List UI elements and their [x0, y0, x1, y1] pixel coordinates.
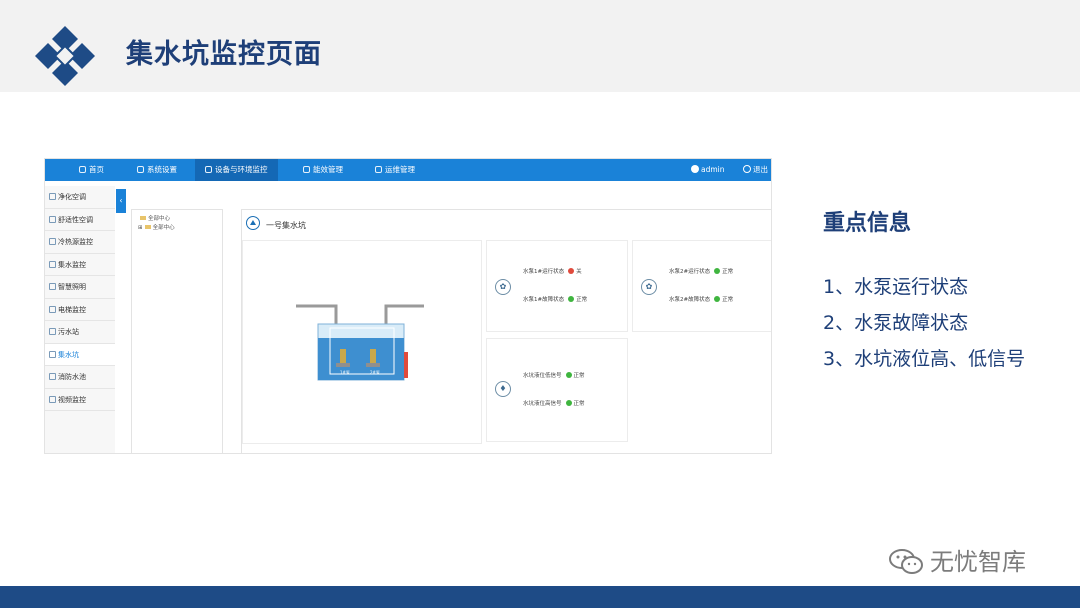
- sewage-icon: [49, 328, 56, 335]
- pump2-run-status: 水泵2#运行状态 正常: [669, 268, 734, 275]
- sidebar-item-fire-pool[interactable]: 消防水池: [45, 366, 115, 389]
- wechat-icon: [889, 549, 923, 574]
- slide-header: 集水坑监控页面: [0, 0, 1080, 92]
- tree-node[interactable]: ⊞ 全部中心: [138, 223, 222, 231]
- folder-icon: [144, 225, 151, 229]
- org-tree: 全部中心 ⊞ 全部中心: [131, 209, 223, 453]
- key-point: 1、水泵运行状态: [823, 276, 969, 298]
- status-dot-green: [714, 268, 721, 274]
- sidebar: 净化空调 舒适性空调 冷热源监控 集水监控 智慧照明 电梯监控 污水站 集水坑 …: [45, 186, 115, 453]
- sidebar-item-sewage[interactable]: 污水站: [45, 321, 115, 344]
- chevron-left-icon: ‹: [119, 196, 123, 205]
- energy-icon: [303, 166, 310, 173]
- pit-panel: 一号集水坑 1#泵 2#泵 ✿ 水泵1#运行状态关 水泵1#故障状态 正常 ✿ 水: [241, 209, 771, 453]
- pump-label-1: 1#泵: [340, 370, 350, 375]
- user-menu[interactable]: admin: [691, 159, 725, 181]
- level-card: ♦ 水坑液位低信号 正常 水坑液位高信号 正常: [486, 338, 628, 442]
- nav-energy[interactable]: 能效管理: [303, 159, 343, 181]
- clean-ac-icon: [49, 193, 56, 200]
- wrench-icon: [375, 166, 382, 173]
- sidebar-item-lighting[interactable]: 智慧照明: [45, 276, 115, 299]
- sidebar-collapse-button[interactable]: ‹: [116, 189, 126, 213]
- status-dot-green: [568, 296, 575, 302]
- app-screenshot: 首页 系统设置 设备与环境监控 能效管理 运维管理 admin 退出 净化空调 …: [44, 158, 772, 454]
- top-navbar: 首页 系统设置 设备与环境监控 能效管理 运维管理 admin 退出: [45, 159, 771, 181]
- pit-title: 一号集水坑: [266, 221, 306, 230]
- status-dot-red: [568, 268, 575, 274]
- sump-pit-icon: [49, 350, 56, 358]
- sidebar-item-comfort-ac[interactable]: 舒适性空调: [45, 209, 115, 231]
- pump2-fault-status: 水泵2#故障状态 正常: [669, 296, 734, 303]
- key-point: 3、水坑液位高、低信号: [823, 348, 1026, 370]
- level-high-status: 水坑液位高信号 正常: [523, 400, 585, 407]
- footer-bar: [0, 586, 1080, 608]
- fire-pool-icon: [49, 373, 56, 380]
- sidebar-item-elevator[interactable]: 电梯监控: [45, 299, 115, 321]
- pump1-fault-status: 水泵1#故障状态 正常: [523, 296, 588, 303]
- sidebar-item-water-monitor[interactable]: 集水监控: [45, 254, 115, 276]
- nav-system-settings[interactable]: 系统设置: [137, 159, 177, 181]
- sidebar-item-video[interactable]: 视频监控: [45, 389, 115, 411]
- camera-icon: [49, 395, 56, 403]
- monitor-icon: [205, 166, 212, 173]
- heat-source-icon: [49, 238, 56, 245]
- diamond-logo-icon: [35, 26, 95, 86]
- pump-label-2: 2#泵: [370, 370, 380, 375]
- user-icon: [691, 165, 699, 173]
- pump1-card: ✿ 水泵1#运行状态关 水泵1#故障状态 正常: [486, 240, 628, 332]
- level-low-status: 水坑液位低信号 正常: [523, 372, 585, 379]
- key-point: 2、水泵故障状态: [823, 312, 969, 334]
- tree-node[interactable]: 全部中心: [138, 214, 222, 222]
- status-dot-green: [565, 400, 572, 406]
- fan-icon: ✿: [641, 279, 657, 295]
- logout-button[interactable]: 退出: [743, 159, 768, 181]
- watermark: 无忧智库: [888, 542, 1026, 578]
- comfort-ac-icon: [49, 215, 56, 223]
- pit-icon: [246, 216, 260, 230]
- nav-maintenance[interactable]: 运维管理: [375, 159, 415, 181]
- pump1-run-status: 水泵1#运行状态关: [523, 268, 582, 275]
- sidebar-item-sump-pit[interactable]: 集水坑: [45, 343, 115, 366]
- sidebar-item-heat-source[interactable]: 冷热源监控: [45, 231, 115, 254]
- status-dot-green: [714, 296, 721, 302]
- fan-icon: ✿: [495, 279, 511, 295]
- nav-home[interactable]: 首页: [79, 159, 104, 181]
- home-icon: [79, 166, 86, 173]
- water-drop-icon: ♦: [495, 381, 511, 397]
- light-icon: [49, 283, 56, 290]
- elevator-icon: [49, 305, 56, 313]
- pump2-card: ✿ 水泵2#运行状态 正常 水泵2#故障状态 正常: [632, 240, 771, 332]
- sump-pit-diagram: 1#泵 2#泵: [296, 304, 424, 381]
- power-icon: [743, 165, 751, 173]
- nav-device-monitor[interactable]: 设备与环境监控: [195, 159, 278, 181]
- slide-title: 集水坑监控页面: [126, 39, 322, 70]
- key-point-list: 1、水泵运行状态 2、水泵故障状态 3、水坑液位高、低信号: [823, 270, 1025, 378]
- gear-icon: [137, 166, 144, 173]
- key-info-title: 重点信息: [823, 211, 912, 236]
- folder-icon: [140, 216, 146, 220]
- sidebar-item-clean-ac[interactable]: 净化空调: [45, 186, 115, 209]
- status-dot-green: [565, 372, 572, 378]
- water-icon: [49, 260, 56, 268]
